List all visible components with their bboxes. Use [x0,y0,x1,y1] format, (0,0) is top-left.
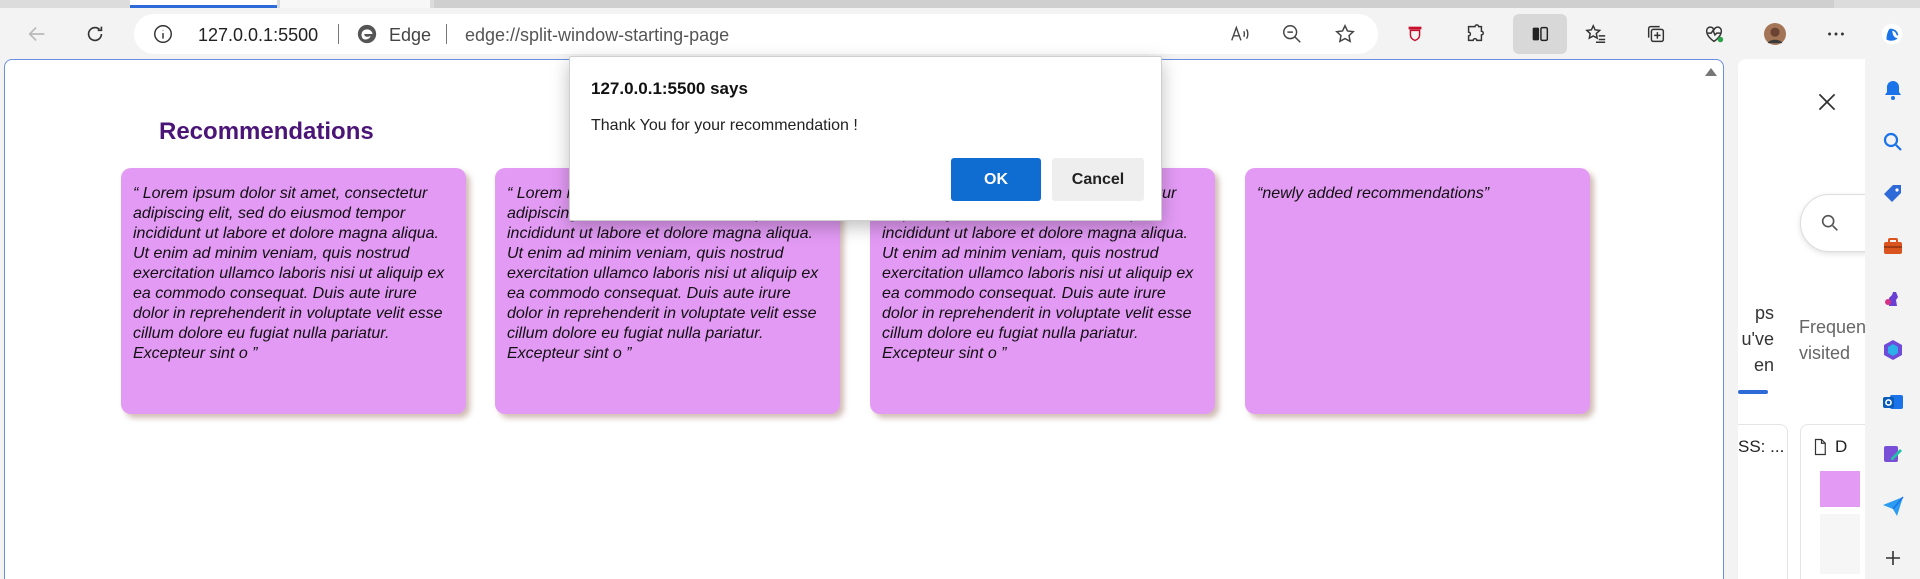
microsoft-365-icon[interactable] [1880,337,1906,363]
tab-label: visited [1799,343,1851,363]
tab[interactable] [280,0,430,8]
tab-label: ps [1754,303,1774,323]
tab-strip [0,0,1920,8]
back-arrow-icon[interactable] [19,16,55,52]
add-icon[interactable] [1880,545,1906,571]
browser-toolbar: 127.0.0.1:5500 Edge edge://split-window-… [0,8,1920,60]
divider [446,24,447,44]
tab-recent-sites[interactable]: ps u've en [1738,300,1774,378]
active-tab[interactable] [130,0,277,8]
favorites-icon[interactable] [1578,16,1614,52]
site-thumbnail [1820,471,1860,507]
dialog-message: Thank You for your recommendation ! [591,117,858,134]
edge-logo-icon [356,23,378,45]
search-icon [1819,212,1841,234]
address-host: 127.0.0.1:5500 [198,25,319,45]
puzzle-icon[interactable] [1457,16,1493,52]
info-icon[interactable] [152,23,174,45]
recommendation-text: “ Lorem ipsum dolor sit amet, consectetu… [133,185,445,362]
more-icon[interactable] [1818,16,1854,52]
tab-frequently-visited[interactable]: Frequently visited [1799,314,1865,366]
split-starting-page-pane: ps u've en Frequently visited SS: ... D [1738,59,1865,579]
site-card-title: D [1835,437,1848,456]
scroll-up-arrow-icon[interactable] [1705,68,1717,76]
cancel-button[interactable]: Cancel [1052,158,1144,201]
recommendation-text: “newly added recommendations” [1257,185,1490,202]
bell-icon[interactable] [1880,77,1906,103]
search-box[interactable] [1800,194,1865,252]
shopping-tag-icon[interactable] [1880,181,1906,207]
refresh-icon[interactable] [77,16,113,52]
toolbox-icon[interactable] [1880,233,1906,259]
tab-label: Frequently [1799,317,1865,337]
edge-label: Edge [389,25,432,45]
collections-icon[interactable] [1638,16,1674,52]
zoom-out-icon[interactable] [1281,23,1303,45]
outlook-icon[interactable] [1880,389,1906,415]
dialog-title: 127.0.0.1:5500 says [591,79,748,98]
send-icon[interactable] [1880,493,1906,519]
edge-sidebar [1865,59,1920,579]
heart-pulse-icon[interactable] [1696,16,1732,52]
games-icon[interactable] [1880,285,1906,311]
divider [338,24,339,44]
avatar[interactable] [1757,16,1793,52]
shield-extension-icon[interactable] [1397,16,1433,52]
tab-label: en [1753,355,1774,375]
recommendation-card: “ Lorem ipsum dolor sit amet, consectetu… [121,168,466,414]
site-thumbnail [1820,514,1860,574]
split-screen-icon[interactable] [1513,14,1567,54]
active-tab-indicator [1738,390,1768,394]
alert-dialog: 127.0.0.1:5500 says Thank You for your r… [569,56,1162,221]
address-url: edge://split-window-starting-page [465,25,730,45]
page-title: Recommendations [159,118,374,145]
read-aloud-icon[interactable] [1229,23,1251,45]
document-icon [1811,437,1829,457]
copilot-icon[interactable] [1870,12,1914,56]
tab-strip-background [434,0,1834,8]
ok-button[interactable]: OK [951,158,1041,201]
designer-icon[interactable] [1880,441,1906,467]
site-card-title: SS: ... [1738,437,1785,456]
recommendation-card: “newly added recommendations” [1245,168,1590,414]
address-bar[interactable]: 127.0.0.1:5500 Edge edge://split-window-… [134,14,1378,54]
close-icon[interactable] [1814,89,1840,115]
star-icon[interactable] [1334,23,1356,45]
tab-label: u've [1741,329,1774,349]
search-icon[interactable] [1880,129,1906,155]
